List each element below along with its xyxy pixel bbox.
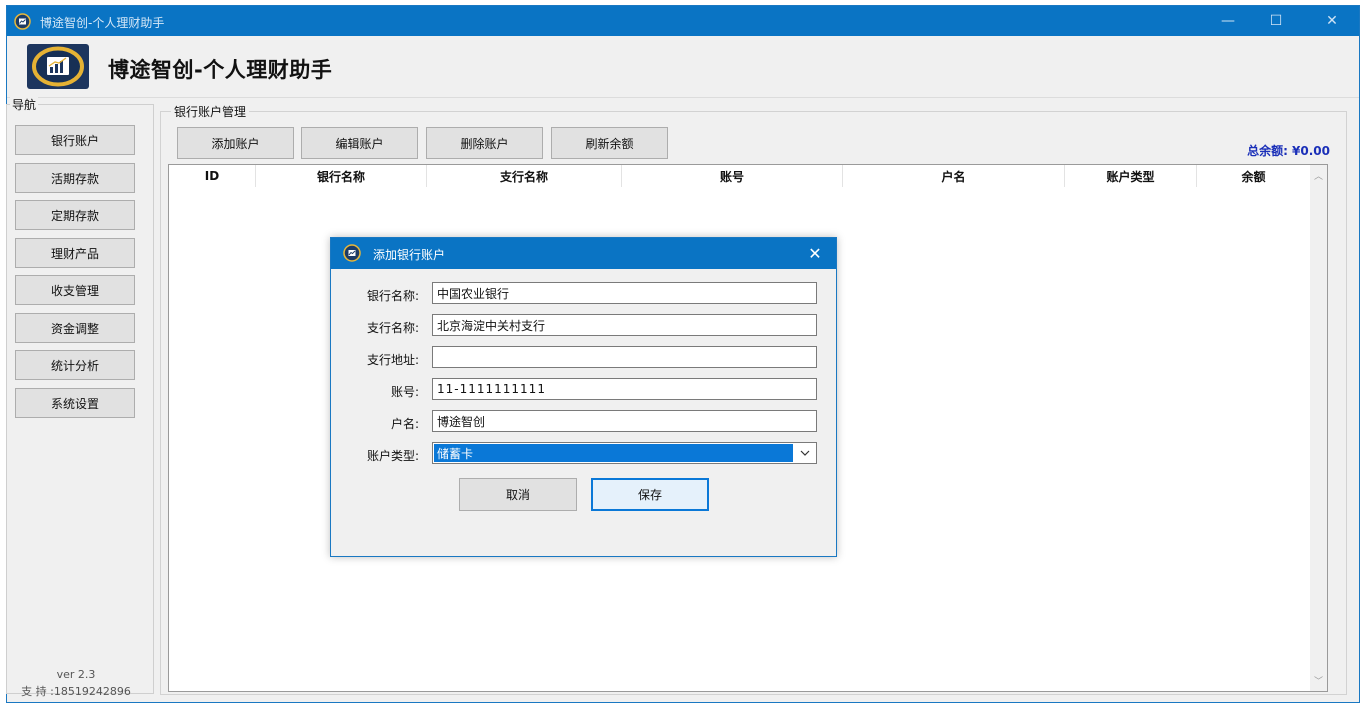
col-balance[interactable]: 余额 bbox=[1197, 165, 1311, 187]
table-header: ID 银行名称 支行名称 账号 户名 账户类型 余额 bbox=[169, 165, 1311, 187]
nav-demand-deposit-button[interactable]: 活期存款 bbox=[15, 163, 135, 193]
account-no-label: 账号: bbox=[390, 385, 419, 399]
col-bank-name[interactable]: 银行名称 bbox=[256, 165, 427, 187]
maximize-button[interactable]: ☐ bbox=[1253, 6, 1299, 36]
nav-fixed-deposit-button[interactable]: 定期存款 bbox=[15, 200, 135, 230]
account-type-label: 账户类型: bbox=[366, 449, 419, 463]
holder-label: 户名: bbox=[390, 417, 419, 431]
account-type-value: 储蓄卡 bbox=[434, 444, 793, 462]
branch-name-input[interactable]: 北京海淀中关村支行 bbox=[432, 314, 817, 336]
col-account-no[interactable]: 账号 bbox=[622, 165, 843, 187]
minimize-button[interactable]: — bbox=[1205, 6, 1251, 36]
dialog-app-icon bbox=[343, 244, 361, 262]
col-holder[interactable]: 户名 bbox=[843, 165, 1065, 187]
vertical-scrollbar[interactable]: ︿ ﹀ bbox=[1310, 165, 1327, 691]
close-icon[interactable]: ✕ bbox=[801, 240, 829, 266]
refresh-balance-button[interactable]: 刷新余额 bbox=[551, 127, 668, 159]
logo-icon bbox=[27, 44, 89, 89]
col-branch-name[interactable]: 支行名称 bbox=[427, 165, 622, 187]
col-account-type[interactable]: 账户类型 bbox=[1065, 165, 1197, 187]
dialog-title-bar[interactable]: 添加银行账户 ✕ bbox=[331, 238, 836, 269]
dialog-title: 添加银行账户 bbox=[373, 248, 446, 262]
chevron-down-icon[interactable] bbox=[795, 444, 815, 462]
nav-legend: 导航 bbox=[10, 96, 39, 113]
add-account-button[interactable]: 添加账户 bbox=[177, 127, 294, 159]
delete-account-button[interactable]: 删除账户 bbox=[426, 127, 543, 159]
group-legend: 银行账户管理 bbox=[171, 103, 250, 120]
nav-income-expense-button[interactable]: 收支管理 bbox=[15, 275, 135, 305]
support-label: 支 持 :18519242896 bbox=[21, 685, 131, 698]
nav-settings-button[interactable]: 系统设置 bbox=[15, 388, 135, 418]
account-no-input[interactable]: 11-1111111111 bbox=[432, 378, 817, 400]
branch-address-label: 支行地址: bbox=[366, 353, 419, 367]
version-label: ver 2.3 bbox=[56, 668, 96, 681]
total-balance: 总余额: ¥0.00 bbox=[1247, 144, 1330, 158]
account-type-select[interactable]: 储蓄卡 bbox=[432, 442, 817, 464]
col-id[interactable]: ID bbox=[169, 165, 256, 187]
branch-name-label: 支行名称: bbox=[366, 321, 419, 335]
app-heading: 博途智创-个人理财助手 bbox=[108, 58, 333, 82]
close-window-button[interactable]: ✕ bbox=[1309, 6, 1355, 36]
title-bar[interactable]: 博途智创-个人理财助手 — ☐ ✕ bbox=[7, 6, 1359, 36]
save-button[interactable]: 保存 bbox=[591, 478, 709, 511]
cancel-button[interactable]: 取消 bbox=[459, 478, 577, 511]
nav-statistics-button[interactable]: 统计分析 bbox=[15, 350, 135, 380]
app-header: 博途智创-个人理财助手 bbox=[7, 36, 1359, 98]
bank-name-input[interactable]: 中国农业银行 bbox=[432, 282, 817, 304]
edit-account-button[interactable]: 编辑账户 bbox=[301, 127, 418, 159]
bank-name-label: 银行名称: bbox=[366, 289, 419, 303]
nav-fund-adjust-button[interactable]: 资金调整 bbox=[15, 313, 135, 343]
window-title: 博途智创-个人理财助手 bbox=[40, 16, 165, 30]
scroll-up-icon[interactable]: ︿ bbox=[1310, 167, 1327, 184]
holder-input[interactable]: 博途智创 bbox=[432, 410, 817, 432]
nav-bank-accounts-button[interactable]: 银行账户 bbox=[15, 125, 135, 155]
nav-wealth-products-button[interactable]: 理财产品 bbox=[15, 238, 135, 268]
branch-address-input[interactable] bbox=[432, 346, 817, 368]
add-account-dialog: 添加银行账户 ✕ 银行名称: 中国农业银行 支行名称: 北京海淀中关村支行 支行… bbox=[330, 237, 837, 557]
scroll-down-icon[interactable]: ﹀ bbox=[1310, 672, 1327, 689]
app-icon bbox=[14, 13, 31, 30]
